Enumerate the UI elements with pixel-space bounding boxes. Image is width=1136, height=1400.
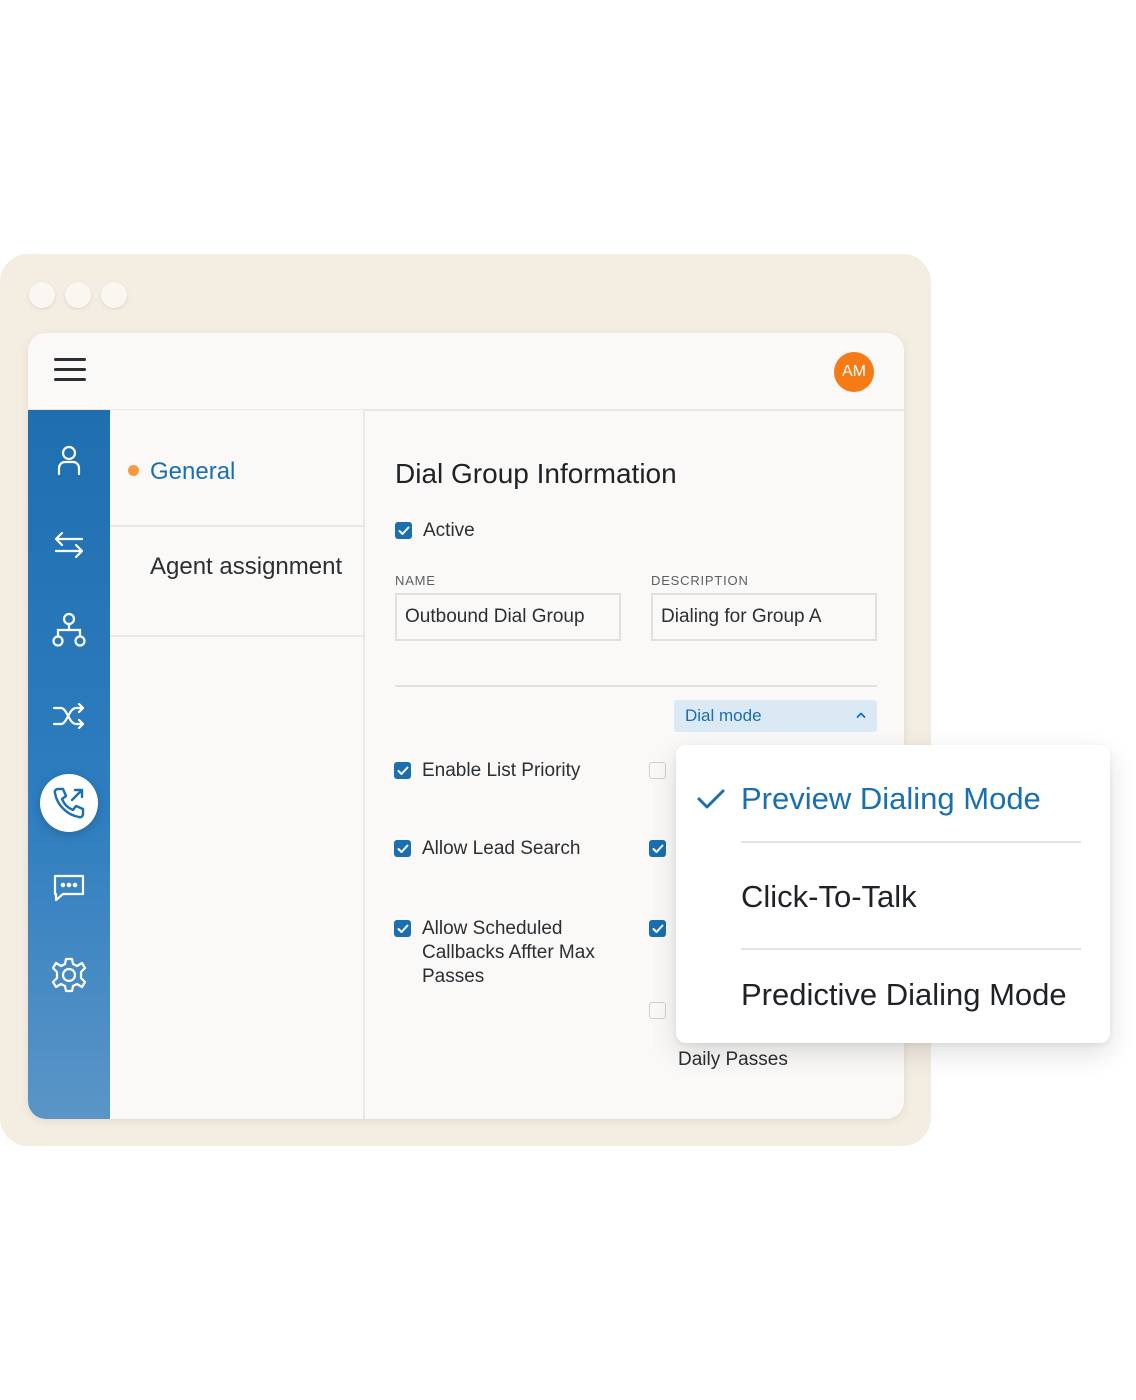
allow-scheduled-callbacks-label: Allow Scheduled Callbacks Affter Max Pas…	[422, 918, 595, 987]
right-option-checkbox[interactable]	[649, 1002, 666, 1019]
active-label: Active	[423, 520, 475, 541]
dial-mode-dropdown[interactable]: Dial mode	[674, 700, 877, 732]
window-control-minimize[interactable]	[65, 282, 91, 308]
right-option-checkbox[interactable]	[649, 920, 666, 937]
allow-lead-search-checkbox[interactable]	[394, 840, 411, 857]
sub-navigation: General Agent assignment	[110, 410, 365, 1119]
dial-mode-label: Dial mode	[685, 706, 762, 725]
menu-item-label: Predictive Dialing Mode	[741, 977, 1067, 1012]
menu-item-preview-dialing-mode[interactable]: Preview Dialing Mode	[676, 775, 1110, 825]
menu-item-label: Preview Dialing Mode	[741, 781, 1041, 816]
subnav-item-label: Agent assignment	[150, 553, 343, 580]
menu-divider	[741, 841, 1081, 843]
menu-icon[interactable]	[54, 358, 86, 382]
active-checkbox[interactable]	[395, 522, 412, 539]
chat-icon[interactable]	[49, 868, 89, 908]
chevron-up-icon	[855, 708, 867, 726]
icon-rail	[28, 410, 110, 1119]
check-icon	[696, 787, 726, 816]
section-divider	[395, 685, 877, 687]
avatar[interactable]: AM	[834, 352, 874, 392]
enable-list-priority-label: Enable List Priority	[422, 760, 581, 781]
allow-scheduled-callbacks-checkbox[interactable]	[394, 920, 411, 937]
top-bar: AM	[28, 333, 904, 411]
window-control-close[interactable]	[29, 282, 55, 308]
phone-call-icon[interactable]	[40, 774, 98, 832]
right-option-checkbox[interactable]	[649, 762, 666, 779]
transfer-arrows-icon[interactable]	[49, 525, 89, 565]
hierarchy-icon[interactable]	[49, 610, 89, 650]
daily-passes-label: Daily Passes	[678, 1049, 788, 1070]
menu-item-predictive-dialing-mode[interactable]: Predictive Dialing Mode	[676, 971, 1110, 1021]
menu-item-click-to-talk[interactable]: Click-To-Talk	[676, 873, 1110, 923]
user-icon[interactable]	[49, 440, 89, 480]
active-indicator-dot	[128, 465, 139, 476]
subnav-item-general[interactable]: General	[110, 410, 365, 527]
subnav-item-label: General	[150, 458, 236, 485]
enable-list-priority-checkbox[interactable]	[394, 762, 411, 779]
subnav-item-agent-assignment[interactable]: Agent assignment	[110, 527, 365, 637]
menu-divider	[741, 948, 1081, 950]
shuffle-icon[interactable]	[49, 696, 89, 736]
right-option-checkbox[interactable]	[649, 840, 666, 857]
name-field-label: NAME	[395, 573, 436, 588]
gear-icon[interactable]	[49, 955, 89, 995]
description-field[interactable]	[651, 593, 877, 641]
name-field[interactable]	[395, 593, 621, 641]
description-field-label: DESCRIPTION	[651, 573, 749, 588]
allow-lead-search-label: Allow Lead Search	[422, 838, 581, 859]
menu-item-label: Click-To-Talk	[741, 879, 917, 914]
window-control-maximize[interactable]	[101, 282, 127, 308]
dial-mode-menu: Preview Dialing Mode Click-To-Talk Predi…	[676, 745, 1110, 1043]
page-title: Dial Group Information	[395, 458, 677, 489]
